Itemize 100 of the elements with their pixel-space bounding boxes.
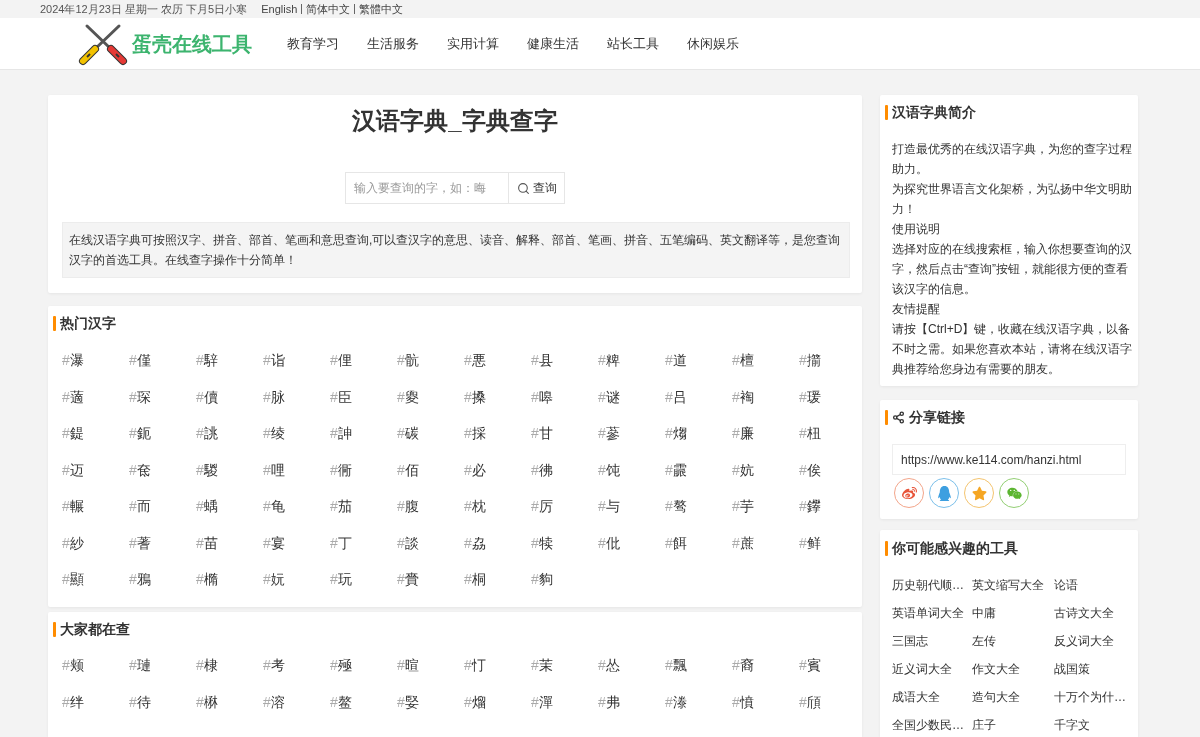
hanzi-link[interactable]: #粺 [598,351,620,370]
hanzi-link[interactable]: #蝺 [196,497,218,516]
hanzi-link[interactable]: #必 [464,460,486,479]
hanzi-link[interactable]: #道 [665,351,687,370]
hanzi-link[interactable]: #鲜 [799,533,821,552]
hanzi-link[interactable]: #玩 [330,570,352,589]
hanzi-link[interactable]: #潬 [531,692,553,711]
nav-link[interactable]: 健康生活 [527,33,579,54]
hanzi-link[interactable]: #劦 [464,533,486,552]
hanzi-link[interactable]: #飄 [665,656,687,675]
hanzi-link[interactable]: #煼 [665,424,687,443]
tool-link[interactable]: 英文缩写大全 [972,577,1044,593]
hanzi-link[interactable]: #溶 [263,692,285,711]
hanzi-link[interactable]: #哩 [263,460,285,479]
hanzi-link[interactable]: #枕 [464,497,486,516]
hanzi-link[interactable]: #怂 [598,656,620,675]
hanzi-link[interactable]: #绫 [263,424,285,443]
hanzi-link[interactable]: #騂 [196,351,218,370]
hanzi-link[interactable]: #谜 [598,387,620,406]
nav-link[interactable]: 生活服务 [367,33,419,54]
hanzi-link[interactable]: #吕 [665,387,687,406]
hanzi-link[interactable]: #茄 [330,497,352,516]
eye-logo-icon[interactable] [894,478,924,508]
tool-link[interactable]: 作文大全 [972,661,1020,677]
hanzi-link[interactable]: #餌 [665,533,687,552]
hanzi-link[interactable]: #俟 [799,460,821,479]
tool-link[interactable]: 中庸 [972,605,996,621]
hanzi-link[interactable]: #妔 [732,460,754,479]
hanzi-link[interactable]: #賫 [397,570,419,589]
hanzi-link[interactable]: #忊 [464,656,486,675]
nav-link[interactable]: 实用计算 [447,33,499,54]
hanzi-link[interactable]: #龟 [263,497,285,516]
hanzi-link[interactable]: #颊 [62,656,84,675]
language-link[interactable]: 繁體中文 [359,0,404,18]
hanzi-link[interactable]: #輾 [62,497,84,516]
tool-link[interactable]: 古诗文大全 [1054,605,1114,621]
hanzi-link[interactable]: #頎 [799,692,821,711]
hanzi-link[interactable]: #殛 [330,656,352,675]
hanzi-link[interactable]: #苗 [196,533,218,552]
hanzi-link[interactable]: #琛 [129,387,151,406]
hanzi-link[interactable]: #楙 [196,692,218,711]
hanzi-link[interactable]: #弗 [598,692,620,711]
hanzi-link[interactable]: #裪 [732,387,754,406]
hanzi-link[interactable]: #与 [598,497,620,516]
hanzi-link[interactable]: #迈 [62,460,84,479]
hanzi-link[interactable]: #鑻 [799,497,821,516]
hanzi-link[interactable]: #憤 [732,692,754,711]
tool-link[interactable]: 成语大全 [892,689,940,705]
hanzi-link[interactable]: #鈪 [129,424,151,443]
tool-link[interactable]: 历史朝代顺… [892,577,964,593]
hanzi-link[interactable]: #蔗 [732,533,754,552]
hanzi-link[interactable]: #彿 [531,460,553,479]
tool-link[interactable]: 三国志 [892,633,928,649]
tool-link[interactable]: 十万个为什… [1054,689,1126,705]
hanzi-link[interactable]: #棣 [196,656,218,675]
hanzi-link[interactable]: #檀 [732,351,754,370]
hanzi-link[interactable]: #鍉 [62,424,84,443]
hanzi-link[interactable]: #县 [531,351,553,370]
hanzi-link[interactable]: #杻 [799,424,821,443]
tool-link[interactable]: 论语 [1054,577,1078,593]
hanzi-link[interactable]: #蓍 [129,533,151,552]
tool-link[interactable]: 战国策 [1054,661,1090,677]
hanzi-link[interactable]: #橢 [196,570,218,589]
hanzi-link[interactable]: #而 [129,497,151,516]
hanzi-link[interactable]: #鳌 [330,692,352,711]
hanzi-link[interactable]: #霢 [665,460,687,479]
hanzi-link[interactable]: #僅 [129,351,151,370]
hanzi-link[interactable]: #佰 [397,460,419,479]
hanzi-link[interactable]: #芋 [732,497,754,516]
hanzi-link[interactable]: #婜 [397,692,419,711]
tool-link[interactable]: 英语单词大全 [892,605,964,621]
hanzi-link[interactable]: #賓 [799,656,821,675]
hanzi-link[interactable]: #衕 [330,460,352,479]
hanzi-link[interactable]: #悪 [464,351,486,370]
hanzi-link[interactable]: #妧 [263,570,285,589]
hanzi-link[interactable]: #桐 [464,570,486,589]
hanzi-link[interactable]: #騣 [196,460,218,479]
nav-link[interactable]: 休闲娱乐 [687,33,739,54]
hanzi-link[interactable]: #誂 [196,424,218,443]
hanzi-link[interactable]: #璉 [129,656,151,675]
penguin-icon[interactable] [929,478,959,508]
hanzi-link[interactable]: #廉 [732,424,754,443]
hanzi-link[interactable]: #夓 [397,387,419,406]
hanzi-link[interactable]: #蔘 [598,424,620,443]
hanzi-link[interactable]: #瀑 [62,351,84,370]
tool-link[interactable]: 近义词大全 [892,661,952,677]
hanzi-link[interactable]: #儥 [196,387,218,406]
hanzi-link[interactable]: #漛 [665,692,687,711]
hanzi-link[interactable]: #待 [129,692,151,711]
hanzi-link[interactable]: #擶 [799,351,821,370]
hanzi-link[interactable]: #丁 [330,533,352,552]
hanzi-link[interactable]: #骜 [665,497,687,516]
search-field[interactable]: 输入要查询的字，如：晦 [345,172,508,204]
hanzi-link[interactable]: #脉 [263,387,285,406]
hanzi-link[interactable]: #茉 [531,656,553,675]
hanzi-link[interactable]: #豿 [531,570,553,589]
language-link[interactable]: 简体中文 [306,0,351,18]
hanzi-link[interactable]: #俚 [330,351,352,370]
hanzi-link[interactable]: #奃 [129,460,151,479]
hanzi-link[interactable]: #嗥 [531,387,553,406]
